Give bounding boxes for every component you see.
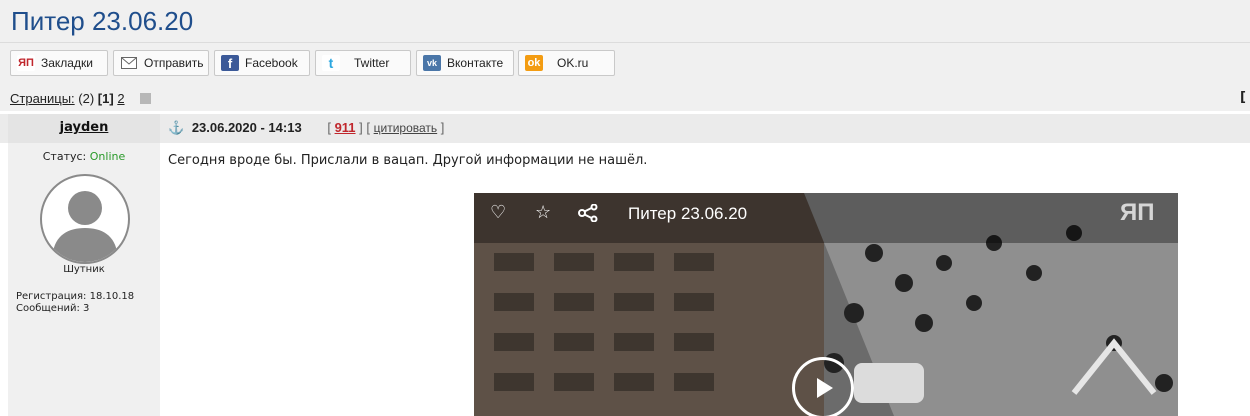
- play-icon: [817, 378, 833, 398]
- twitter-button[interactable]: t Twitter: [315, 50, 411, 76]
- pages-link[interactable]: Страницы:: [10, 91, 75, 106]
- post-header: jayden ⚓ 23.06.2020 - 14:13 [ 911 ] [ ци…: [0, 114, 1250, 143]
- facebook-label: Facebook: [245, 56, 298, 70]
- star-icon[interactable]: ☆: [535, 202, 551, 223]
- page-count: (2): [78, 91, 95, 106]
- author-cell: jayden: [8, 114, 160, 143]
- title-bar: Питер 23.06.20: [0, 0, 1250, 43]
- yap-logo-icon: ЯП: [17, 55, 35, 71]
- post-date: 23.06.2020 - 14:13: [191, 120, 302, 135]
- share-toolbar: ЯП Закладки Отправить f Facebook t Twitt…: [0, 43, 1250, 86]
- post-text: Сегодня вроде бы. Прислали в вацап. Друг…: [168, 153, 648, 168]
- ok-icon: ok: [525, 55, 543, 71]
- video-player[interactable]: ♡ ☆ Питер 23.06.20 ЯП: [474, 193, 1178, 416]
- send-button[interactable]: Отправить: [113, 50, 209, 76]
- play-button[interactable]: [792, 357, 854, 416]
- ok-label: OK.ru: [557, 56, 589, 70]
- user-rank: Шутник: [63, 264, 105, 275]
- page-title: Питер 23.06.20: [11, 6, 194, 36]
- heart-icon[interactable]: ♡: [490, 202, 506, 223]
- page-2-link[interactable]: 2: [117, 91, 124, 106]
- post-meta: ⚓ 23.06.2020 - 14:13 [ 911 ] [ цитироват…: [168, 120, 445, 135]
- author-link[interactable]: jayden: [8, 120, 160, 135]
- twitter-icon: t: [322, 55, 340, 71]
- status-label: Статус:: [42, 150, 87, 163]
- send-label: Отправить: [144, 56, 204, 70]
- user-info-column: Статус: Online Шутник Регистрация: 18.10…: [8, 143, 160, 416]
- user-status: Статус: Online: [8, 150, 160, 163]
- user-silhouette-icon: [52, 191, 118, 262]
- pagination-bar: Страницы: (2) [1] 2 [: [0, 86, 1250, 111]
- anchor-icon[interactable]: ⚓: [168, 120, 184, 135]
- user-stats: Регистрация: 18.10.18 Сообщений: 3: [16, 291, 134, 315]
- rating-link[interactable]: 911: [335, 120, 356, 135]
- current-page: [1]: [97, 91, 114, 106]
- share-icon[interactable]: [578, 203, 598, 227]
- bookmarks-button[interactable]: ЯП Закладки: [10, 50, 108, 76]
- video-title: Питер 23.06.20: [628, 204, 748, 223]
- facebook-icon: f: [221, 55, 239, 71]
- twitter-label: Twitter: [354, 56, 390, 70]
- status-value: Online: [89, 150, 126, 163]
- video-watermark: ЯП: [1120, 199, 1155, 226]
- vkontakte-button[interactable]: vk Вконтакте: [416, 50, 514, 76]
- registration-date: Регистрация: 18.10.18: [16, 291, 135, 302]
- ok-button[interactable]: ok OK.ru: [518, 50, 615, 76]
- page-jump-icon[interactable]: [140, 93, 152, 104]
- message-count: Сообщений: 3: [16, 303, 90, 314]
- vkontakte-label: Вконтакте: [447, 56, 504, 70]
- bookmarks-label: Закладки: [41, 56, 93, 70]
- envelope-icon: [120, 55, 138, 71]
- vk-icon: vk: [423, 55, 441, 71]
- right-bracket: [: [1240, 90, 1246, 105]
- quote-link[interactable]: цитировать: [374, 121, 438, 135]
- facebook-button[interactable]: f Facebook: [214, 50, 310, 76]
- avatar[interactable]: [40, 174, 130, 264]
